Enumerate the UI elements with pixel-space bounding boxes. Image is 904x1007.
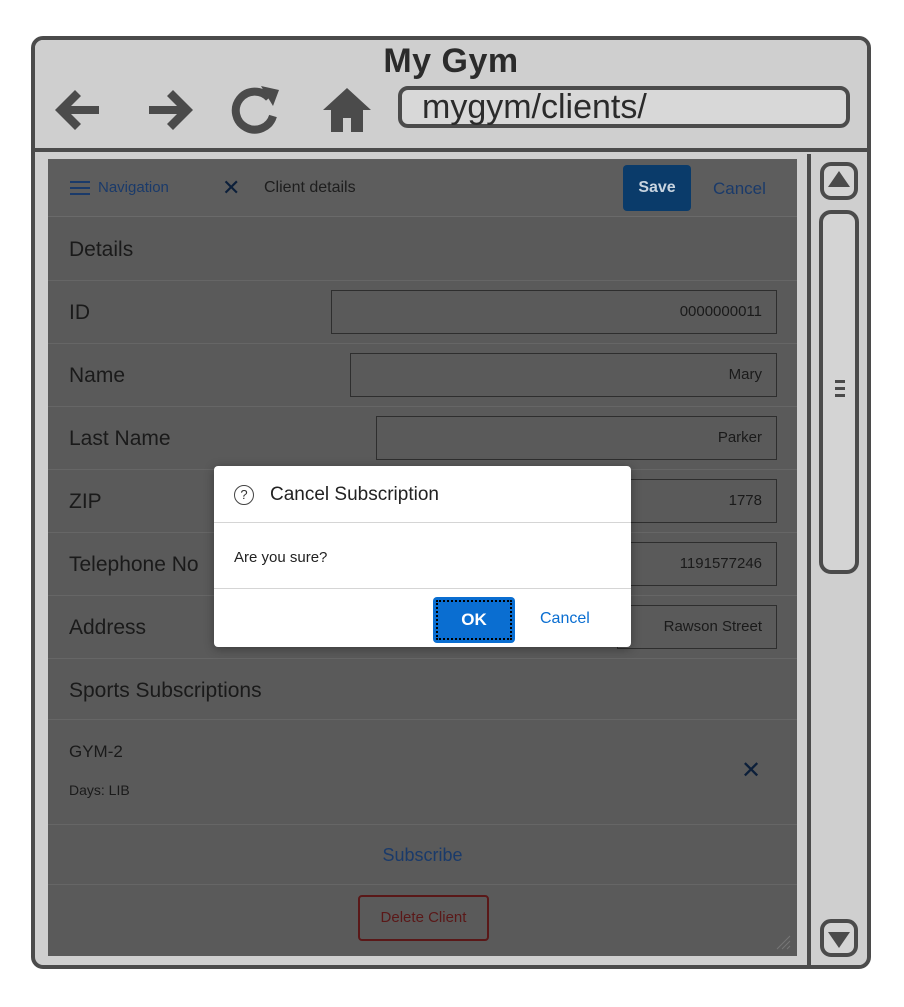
dialog-cancel-button[interactable]: Cancel bbox=[540, 610, 590, 628]
zip-field[interactable]: 1778 bbox=[617, 479, 777, 523]
scroll-up-icon[interactable] bbox=[820, 162, 858, 200]
field-label: Name bbox=[69, 364, 126, 387]
url-bar[interactable]: mygym/clients/ bbox=[398, 86, 850, 128]
id-field[interactable]: 0000000011 bbox=[331, 290, 777, 334]
form-row-name: Name Mary bbox=[48, 344, 797, 407]
telephone-field[interactable]: 1191577246 bbox=[617, 542, 777, 586]
form-row-last-name: Last Name Parker bbox=[48, 407, 797, 470]
dialog-title: Cancel Subscription bbox=[270, 484, 439, 505]
app-header: Navigation ✕ Client details Save Cancel bbox=[48, 159, 797, 217]
subscribe-row: Subscribe bbox=[48, 825, 797, 885]
forward-arrow-icon[interactable] bbox=[143, 82, 199, 138]
details-section-header: Details bbox=[48, 218, 797, 281]
window-title: My Gym bbox=[383, 42, 519, 80]
section-title: Sports Subscriptions bbox=[69, 679, 262, 702]
name-field[interactable]: Mary bbox=[350, 353, 777, 397]
confirm-dialog: ? Cancel Subscription Are you sure? OK C… bbox=[214, 466, 631, 647]
scrollbar[interactable] bbox=[807, 154, 863, 965]
back-arrow-icon[interactable] bbox=[49, 82, 105, 138]
scrollbar-thumb[interactable] bbox=[819, 210, 859, 574]
dialog-body: Are you sure? bbox=[214, 523, 631, 589]
last-name-field[interactable]: Parker bbox=[376, 416, 777, 460]
subscription-name: GYM-2 bbox=[69, 742, 123, 761]
resize-grip-icon[interactable] bbox=[775, 934, 791, 950]
address-field[interactable]: Rawson Street bbox=[617, 605, 777, 649]
home-icon[interactable] bbox=[319, 82, 375, 138]
dialog-message: Are you sure? bbox=[234, 549, 328, 566]
grip-icon bbox=[835, 380, 845, 401]
close-icon[interactable]: ✕ bbox=[222, 175, 240, 201]
field-label: Telephone No bbox=[69, 553, 199, 576]
scroll-down-icon[interactable] bbox=[820, 919, 858, 957]
remove-subscription-icon[interactable]: ✕ bbox=[741, 756, 761, 785]
subscriptions-section-header: Sports Subscriptions bbox=[48, 659, 797, 720]
browser-toolbar: My Gym mygym/clients/ bbox=[35, 40, 867, 152]
field-label: ZIP bbox=[69, 490, 102, 513]
subscription-days: Days: LIB bbox=[69, 782, 130, 798]
section-title: Details bbox=[69, 238, 134, 261]
list-item[interactable]: GYM-2 Days: LIB ✕ bbox=[48, 720, 797, 825]
ok-button[interactable]: OK bbox=[433, 597, 515, 643]
subscribe-button[interactable]: Subscribe bbox=[382, 845, 462, 865]
dialog-header: ? Cancel Subscription bbox=[214, 466, 631, 523]
delete-client-button[interactable]: Delete Client bbox=[358, 895, 489, 941]
hamburger-menu-icon[interactable] bbox=[70, 181, 90, 199]
page-title: Client details bbox=[264, 179, 356, 196]
field-label: Last Name bbox=[69, 427, 171, 450]
form-row-id: ID 0000000011 bbox=[48, 281, 797, 344]
question-icon: ? bbox=[234, 485, 254, 505]
navigation-button[interactable]: Navigation bbox=[98, 179, 169, 196]
cancel-button[interactable]: Cancel bbox=[713, 179, 766, 199]
reload-icon[interactable] bbox=[227, 82, 283, 138]
field-label: ID bbox=[69, 301, 90, 324]
save-button[interactable]: Save bbox=[623, 165, 691, 211]
field-label: Address bbox=[69, 616, 147, 639]
